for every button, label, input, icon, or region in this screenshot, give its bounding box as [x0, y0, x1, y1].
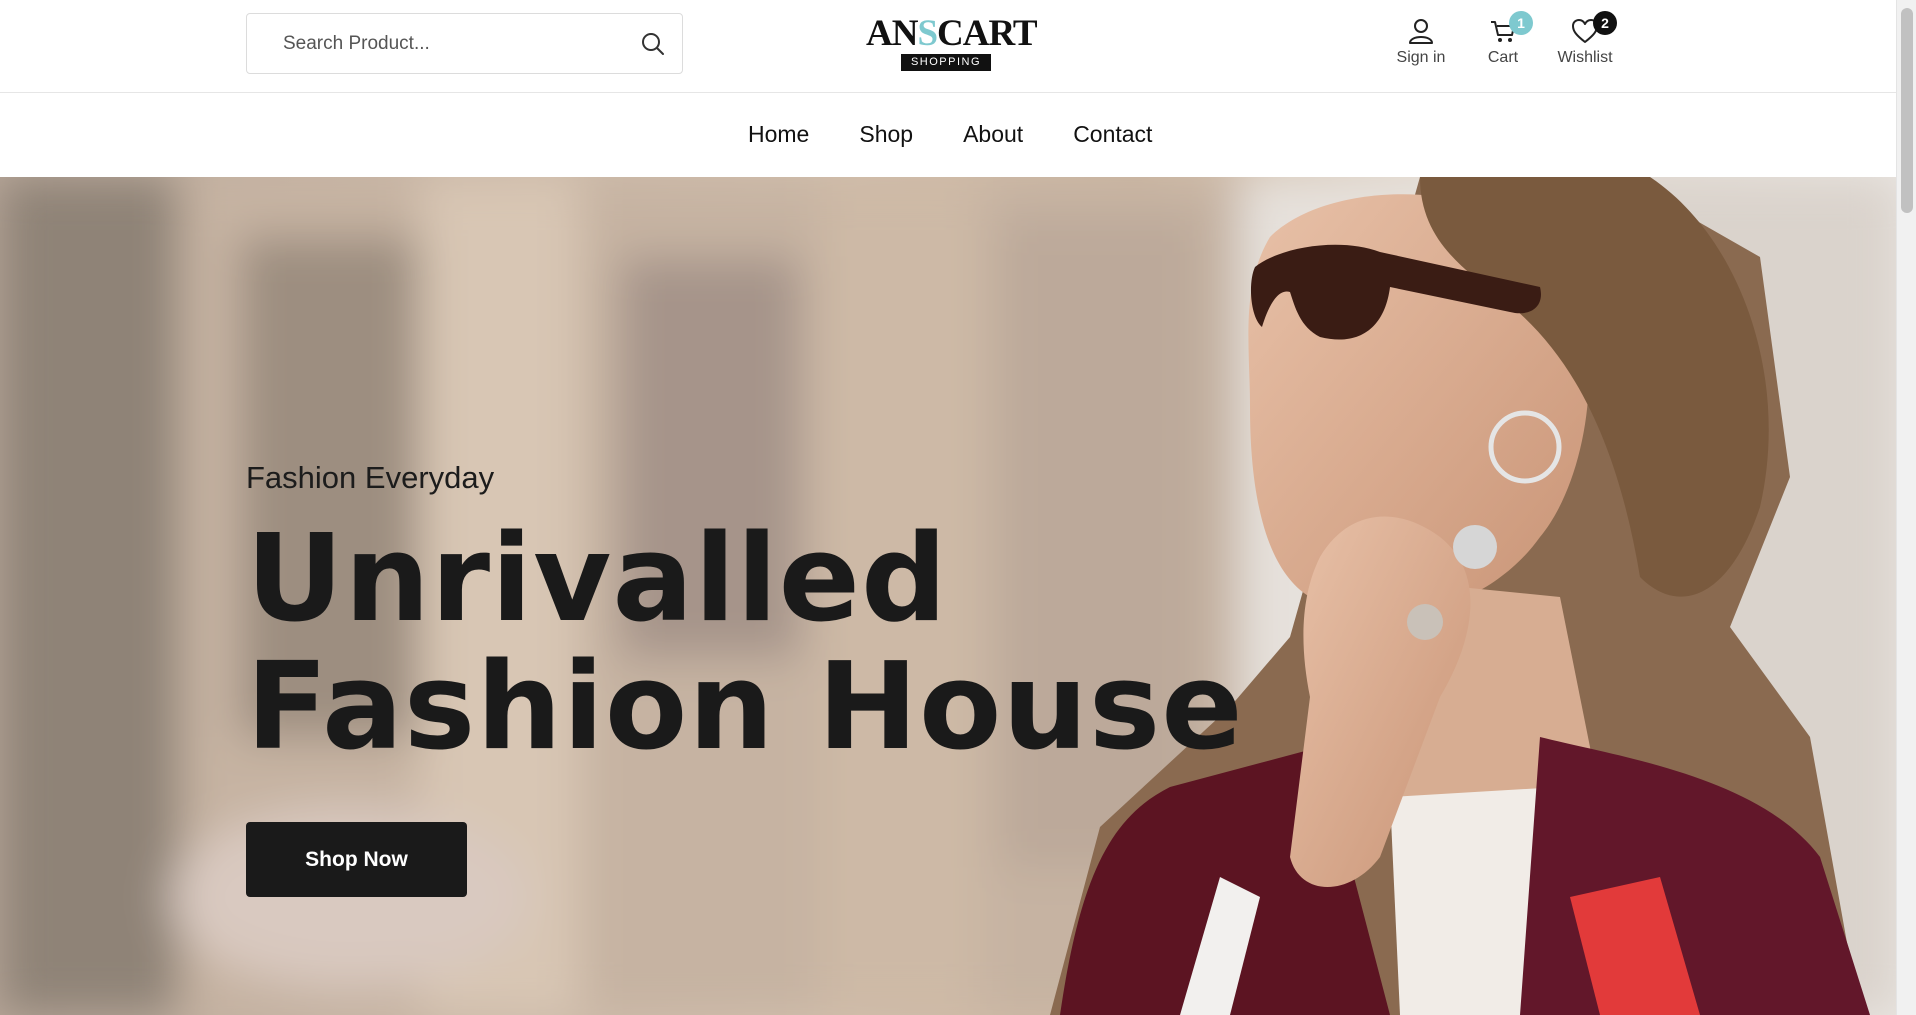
nav-about[interactable]: About	[938, 121, 1048, 148]
search-icon[interactable]	[640, 31, 666, 57]
site-header: ANSCART SHOPPING Sign in 1 Cart 2 Wish	[0, 0, 1896, 93]
hero-headline-line-1: Unrivalled	[246, 510, 948, 649]
shop-now-button[interactable]: Shop Now	[246, 822, 467, 897]
scrollbar-thumb[interactable]	[1901, 8, 1913, 213]
hero-banner: Fashion Everyday Unrivalled Fashion Hous…	[0, 177, 1896, 1015]
sign-in-link[interactable]: Sign in	[1380, 12, 1462, 72]
hero-headline-line-2: Fashion House	[246, 638, 1244, 777]
site-logo[interactable]: ANSCART SHOPPING	[866, 13, 1038, 71]
cart-count-badge: 1	[1509, 11, 1533, 35]
hero-headline: Unrivalled Fashion House	[246, 516, 1244, 772]
logo-wordmark: ANSCART	[866, 13, 1038, 54]
wishlist-link[interactable]: 2 Wishlist	[1544, 11, 1626, 72]
hero-eyebrow: Fashion Everyday	[246, 460, 495, 495]
logo-tagline: SHOPPING	[900, 54, 992, 71]
search-box	[246, 13, 683, 74]
cart-link[interactable]: 1 Cart	[1462, 11, 1544, 72]
main-nav: Home Shop About Contact	[0, 93, 1896, 177]
sign-in-label: Sign in	[1396, 49, 1446, 66]
wishlist-count-badge: 2	[1593, 11, 1617, 35]
nav-contact[interactable]: Contact	[1048, 121, 1177, 148]
header-actions: Sign in 1 Cart 2 Wishlist	[1380, 11, 1626, 72]
nav-home[interactable]: Home	[723, 121, 834, 148]
nav-shop[interactable]: Shop	[834, 121, 938, 148]
wishlist-label: Wishlist	[1557, 49, 1613, 66]
hero-content: Fashion Everyday Unrivalled Fashion Hous…	[246, 460, 1244, 897]
page-scrollbar[interactable]	[1896, 0, 1916, 1015]
cart-label: Cart	[1487, 49, 1519, 66]
user-icon	[1409, 19, 1433, 44]
search-input[interactable]	[283, 14, 613, 73]
